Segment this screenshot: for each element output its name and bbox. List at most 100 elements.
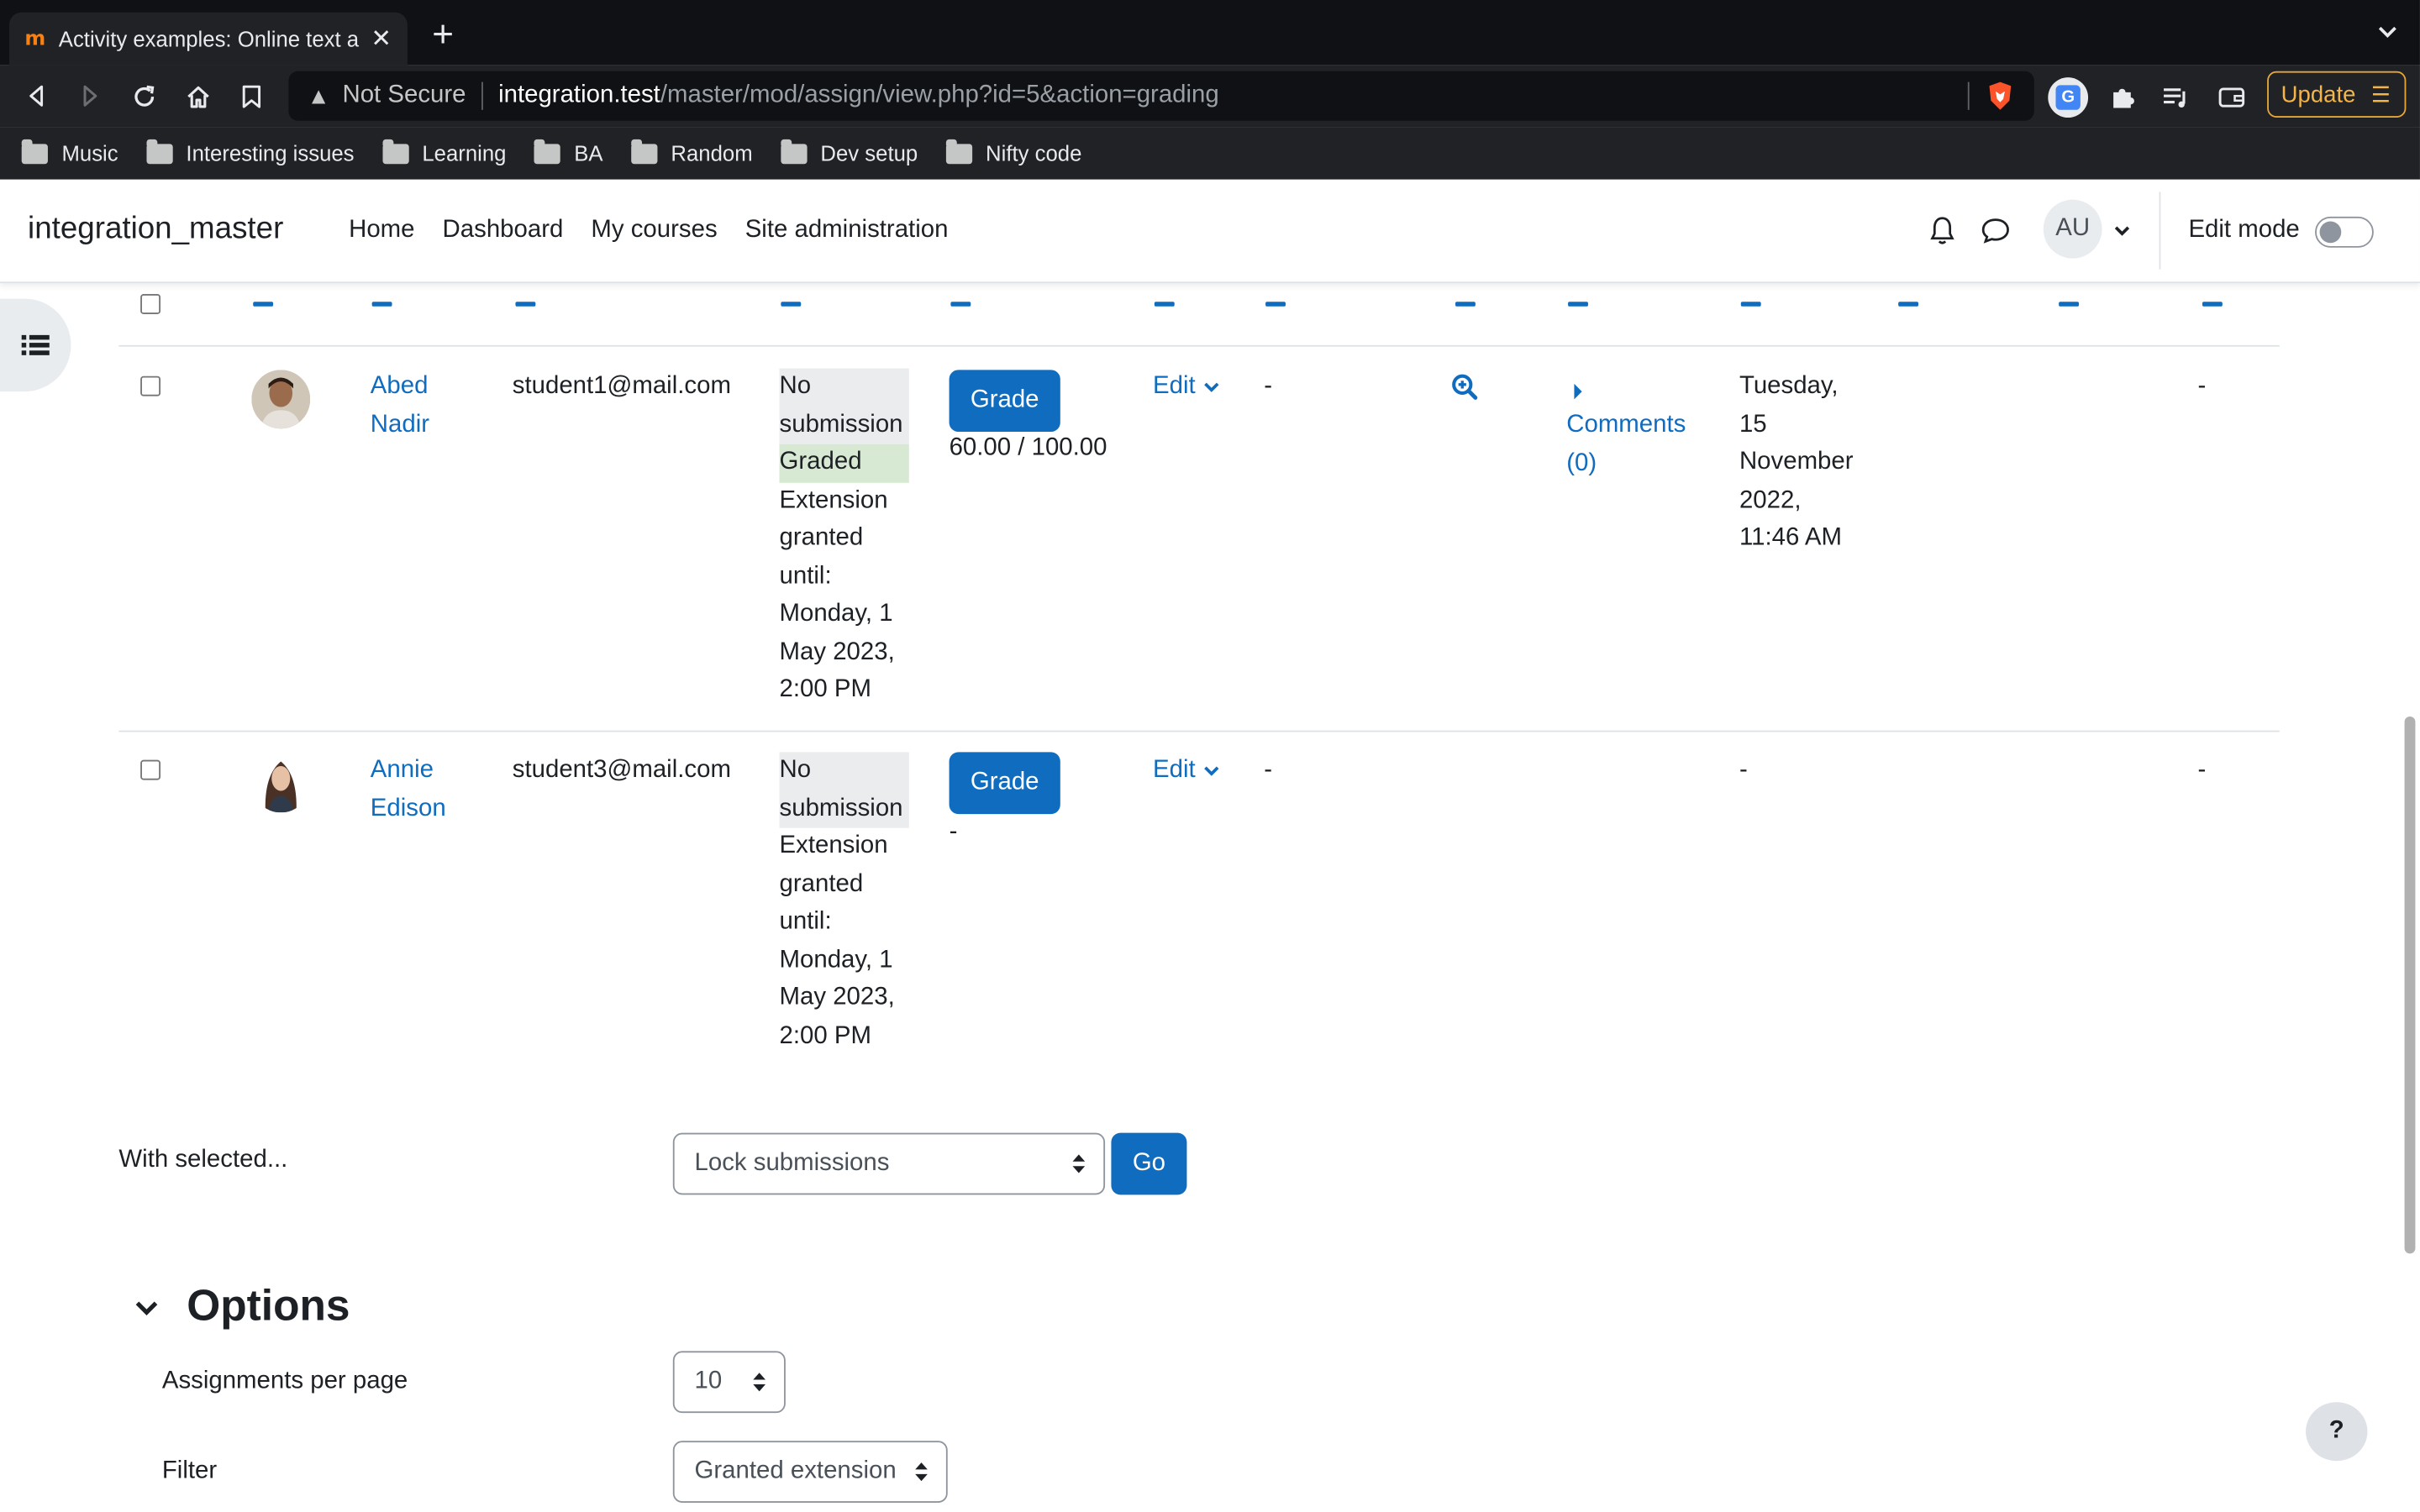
column-collapse-icon[interactable] (1455, 302, 1476, 307)
options-collapse-chevron-icon[interactable] (133, 1294, 164, 1325)
edit-menu-trigger[interactable]: Edit (1153, 752, 1220, 790)
security-label[interactable]: Not Secure (342, 82, 466, 110)
grade-button[interactable]: Grade (949, 752, 1060, 815)
select-caret-icon (915, 1462, 928, 1482)
status-line: No (779, 373, 812, 400)
go-button[interactable]: Go (1111, 1132, 1187, 1195)
edit-mode-toggle[interactable] (2315, 216, 2374, 248)
edit-mode-label: Edit mode (2188, 216, 2300, 244)
bookmark-nifty-code[interactable]: Nifty code (945, 138, 1081, 165)
extension-line: May 2023, (779, 638, 895, 665)
column-collapse-icon[interactable] (515, 302, 536, 307)
bookmark-icon[interactable] (233, 77, 270, 114)
home-icon[interactable] (179, 77, 216, 114)
chevron-down-icon (1203, 766, 1218, 777)
edit-menu-trigger[interactable]: Edit (1153, 368, 1220, 406)
comments-link[interactable]: Comments (0) (1566, 407, 1686, 483)
table-header-divider (118, 344, 2280, 347)
translate-extension-icon[interactable]: G (2048, 77, 2089, 118)
tab-close-icon[interactable]: ✕ (371, 24, 392, 55)
bookmark-interesting-issues[interactable]: Interesting issues (145, 138, 355, 165)
navbar-divider (2159, 192, 2161, 270)
last-name: Nadir (370, 411, 430, 438)
page-scrollbar-thumb[interactable] (2404, 717, 2416, 1254)
user-avatar[interactable]: AU (2043, 199, 2102, 259)
folder-icon (780, 138, 807, 164)
student-avatar[interactable] (251, 753, 311, 813)
warning-triangle-icon[interactable]: ▲ (308, 83, 330, 109)
tab-title: Activity examples: Online text a (58, 26, 360, 51)
notifications-bell-icon[interactable] (1924, 213, 1958, 248)
bookmark-label: Random (671, 140, 753, 166)
column-collapse-icon[interactable] (253, 302, 274, 307)
final-grade: - (2197, 756, 2207, 784)
folder-icon (630, 138, 657, 164)
zoom-in-magnifier-icon[interactable] (1450, 373, 1481, 404)
column-collapse-icon[interactable] (781, 302, 802, 307)
nav-my-courses[interactable]: My courses (591, 217, 717, 244)
address-bar[interactable]: ▲ Not Secure integration.test /master/mo… (288, 71, 2034, 121)
bookmark-ba[interactable]: BA (534, 138, 603, 165)
options-heading[interactable]: Options (187, 1282, 350, 1331)
tab-search-chevron-icon[interactable] (2377, 22, 2399, 44)
status-no-submission: No submission (779, 752, 909, 828)
student-avatar[interactable] (251, 370, 311, 429)
column-collapse-icon[interactable] (1265, 302, 1286, 307)
messages-bubble-icon[interactable] (1979, 213, 2012, 248)
nav-dashboard[interactable]: Dashboard (443, 217, 564, 244)
extension-line: until: (779, 908, 832, 935)
bulk-action-select[interactable]: Lock submissions (672, 1132, 1106, 1195)
column-collapse-icon[interactable] (950, 302, 971, 307)
status-line: No (779, 756, 812, 784)
column-collapse-icon[interactable] (1740, 302, 1761, 307)
student-name-link[interactable]: Annie Edison (371, 752, 446, 827)
column-collapse-icon[interactable] (1898, 302, 1919, 307)
column-collapse-icon[interactable] (1154, 302, 1175, 307)
row-select-checkbox[interactable] (140, 759, 161, 780)
back-arrow-icon[interactable] (18, 77, 55, 114)
site-navbar: integration_master Home Dashboard My cou… (0, 179, 2420, 284)
bookmark-music[interactable]: Music (21, 138, 118, 165)
help-button[interactable]: ? (2306, 1402, 2368, 1462)
forward-arrow-icon[interactable] (71, 77, 108, 114)
bookmark-random[interactable]: Random (630, 138, 753, 166)
new-tab-plus-icon[interactable]: + (426, 15, 460, 55)
column-collapse-icon[interactable] (2059, 302, 2080, 307)
media-playlist-icon[interactable] (2156, 77, 2196, 118)
date-line: Tuesday, (1739, 373, 1839, 400)
filter-label: Filter (161, 1457, 218, 1484)
wallet-icon[interactable] (2212, 77, 2252, 118)
moodle-favicon-icon: m (24, 27, 46, 50)
grade-button[interactable]: Grade (949, 370, 1060, 433)
row-select-checkbox[interactable] (140, 375, 161, 396)
nav-home[interactable]: Home (349, 217, 414, 244)
extension-line: Monday, 1 (779, 946, 893, 973)
filter-select[interactable]: Granted extension (672, 1441, 948, 1503)
last-name: Edison (370, 795, 446, 822)
brave-shield-icon[interactable] (1985, 81, 2016, 112)
student-name-link[interactable]: Abed Nadir (371, 368, 429, 444)
select-all-checkbox[interactable] (140, 294, 161, 315)
puzzle-extensions-icon[interactable] (2102, 77, 2143, 118)
site-name[interactable]: integration_master (28, 212, 283, 247)
column-collapse-icon[interactable] (1568, 302, 1588, 307)
primary-navigation: Home Dashboard My courses Site administr… (349, 217, 948, 244)
comments-count: (0) (1566, 449, 1597, 476)
nav-site-administration[interactable]: Site administration (745, 217, 949, 244)
browser-tab-active[interactable]: m Activity examples: Online text a ✕ (9, 12, 408, 66)
per-page-select[interactable]: 10 (672, 1351, 786, 1414)
bookmark-learning[interactable]: Learning (381, 138, 506, 165)
extension-line: 2:00 PM (779, 1021, 871, 1049)
column-collapse-icon[interactable] (2202, 302, 2223, 307)
user-menu-chevron-icon[interactable] (2112, 220, 2133, 242)
caret-right-icon[interactable] (1573, 379, 1586, 400)
reload-icon[interactable] (125, 77, 162, 114)
grading-content: Abed Nadir student1@mail.com No submissi… (0, 283, 2420, 1512)
update-button[interactable]: Update ☰ (2267, 71, 2407, 118)
extension-line: 2:00 PM (779, 676, 871, 703)
bookmark-dev-setup[interactable]: Dev setup (780, 138, 918, 165)
date-line: 2022, (1739, 486, 1802, 513)
edit-label: Edit (1153, 373, 1196, 400)
date-line: 15 (1739, 411, 1767, 438)
column-collapse-icon[interactable] (371, 302, 392, 307)
